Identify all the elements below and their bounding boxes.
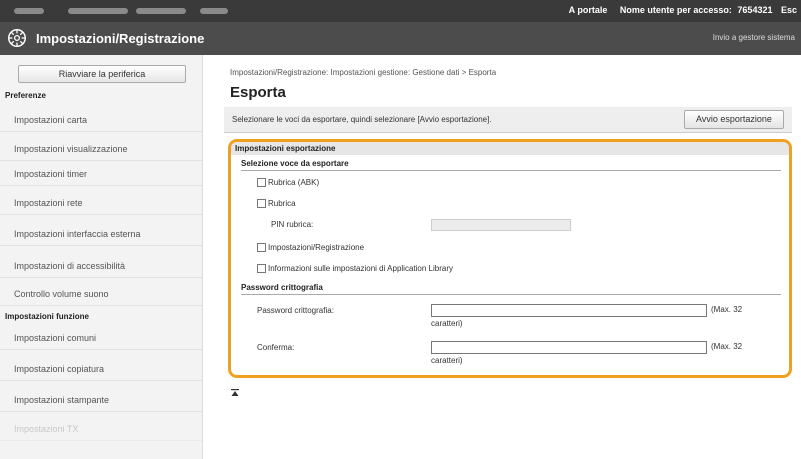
address-book-abk-label: Rubrica (ABK) [268,178,320,187]
settings-registration-option: Impostazioni/Registrazione [257,243,364,252]
sidebar-item-volume-control[interactable]: Controllo volume suono [0,283,202,306]
title-bar: Impostazioni/Registrazione Invio a gesto… [0,22,801,55]
export-settings-panel: Impostazioni esportazione Selezione voce… [228,139,792,378]
confirm-max-note-cont: caratteri) [431,356,463,365]
divider [241,170,781,171]
sidebar-item-printer-settings[interactable]: Impostazioni stampante [0,389,202,412]
sidebar-section-functions: Impostazioni funzione [5,312,89,321]
sidebar-section-preferences: Preferenze [5,91,46,100]
password-field[interactable] [431,304,707,317]
app-library-option: Informazioni sulle impostazioni di Appli… [257,264,453,273]
sidebar-item-network-settings[interactable]: Impostazioni rete [0,192,202,215]
address-book-label: Rubrica [268,199,296,208]
sidebar-item-external-interface-settings[interactable]: Impostazioni interfaccia esterna [0,223,202,246]
password-max-note: (Max. 32 [711,305,743,314]
settings-gear-icon [8,29,26,47]
pin-input[interactable] [431,219,571,231]
restart-device-button[interactable]: Riavviare la periferica [18,65,186,83]
select-items-heading: Selezione voce da esportare [241,159,349,168]
sidebar-item-copy-settings[interactable]: Impostazioni copiatura [0,358,202,381]
redacted-text [200,8,228,14]
page-app-title: Impostazioni/Registrazione [36,31,205,46]
login-user-value: 7654321 [737,5,773,15]
page-title: Esporta [230,84,286,101]
address-book-abk-checkbox[interactable] [257,178,266,187]
top-bar: A portale Nome utente per accesso: 76543… [0,0,801,22]
send-to-admin-link[interactable]: Invio a gestore sistema [713,33,795,42]
sidebar-fade-overlay [0,425,202,459]
app-library-label: Informazioni sulle impostazioni di Appli… [268,264,453,273]
sidebar-item-accessibility-settings[interactable]: Impostazioni di accessibilità [0,255,202,278]
redacted-text [68,8,128,14]
sidebar: Riavviare la periferica Preferenze Impos… [0,55,203,459]
main-content: Impostazioni/Registrazione: Impostazioni… [218,55,801,459]
app-library-checkbox[interactable] [257,264,266,273]
portal-link[interactable]: A portale [569,5,608,15]
sidebar-item-paper-settings[interactable]: Impostazioni carta [0,109,202,132]
instruction-text: Selezionare le voci da esportare, quindi… [232,115,492,124]
settings-registration-label: Impostazioni/Registrazione [268,243,365,252]
confirm-max-note: (Max. 32 [711,342,743,351]
password-heading: Password crittografia [241,283,323,292]
sidebar-item-timer-settings[interactable]: Impostazioni timer [0,163,202,186]
confirm-label: Conferma: [257,343,295,352]
address-book-abk-option: Rubrica (ABK) [257,178,319,187]
instruction-bar: Selezionare le voci da esportare, quindi… [224,107,792,133]
back-to-top-icon[interactable] [230,388,240,398]
logout-link[interactable]: Esc [781,5,797,15]
breadcrumb: Impostazioni/Registrazione: Impostazioni… [230,68,497,77]
export-settings-header: Impostazioni esportazione [231,142,789,155]
password-max-note-cont: caratteri) [431,319,463,328]
address-book-checkbox[interactable] [257,199,266,208]
start-export-button[interactable]: Avvio esportazione [684,110,784,129]
login-user-label: Nome utente per accesso: [619,5,732,15]
redacted-text [136,8,186,14]
pin-label: PIN rubrica: [271,220,314,229]
address-book-option: Rubrica [257,199,296,208]
divider [241,294,781,295]
confirm-password-field[interactable] [431,341,707,354]
sidebar-item-common-settings[interactable]: Impostazioni comuni [0,327,202,350]
redacted-text [14,8,44,14]
password-label: Password crittografia: [257,306,334,315]
settings-registration-checkbox[interactable] [257,243,266,252]
sidebar-item-display-settings[interactable]: Impostazioni visualizzazione [0,138,202,161]
